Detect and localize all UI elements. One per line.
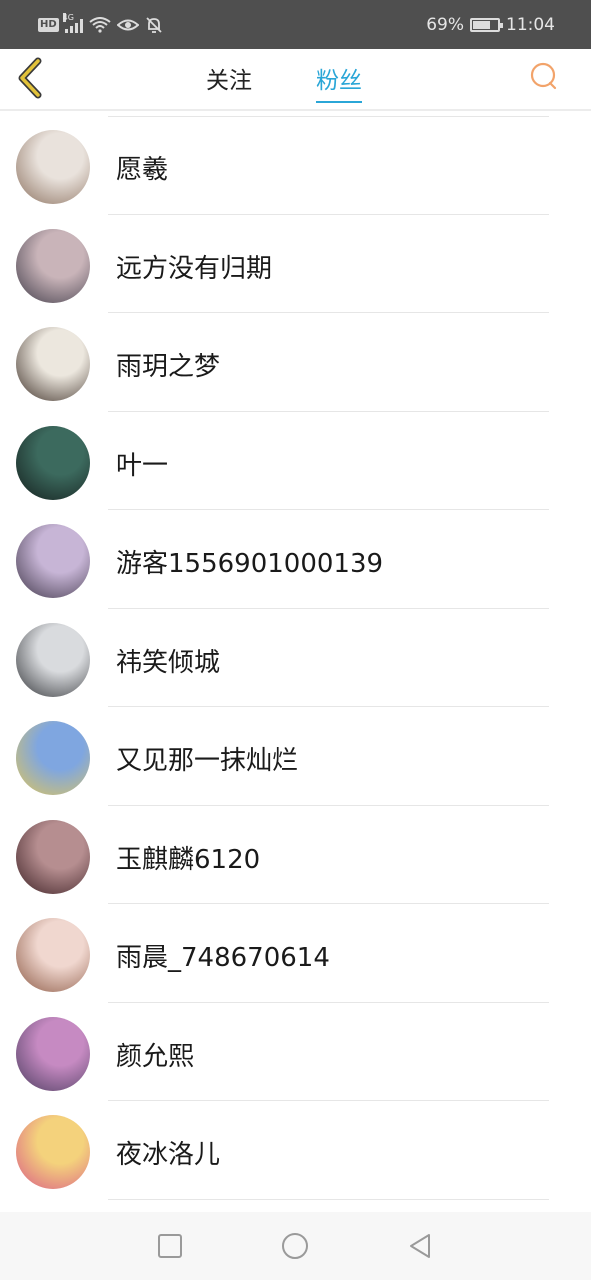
- search-button[interactable]: [528, 61, 560, 93]
- fans-list: 愿羲远方没有归期 雨玥之梦叶一游客1556901000139 祎笑倾城又见那一抹灿烂…: [0, 116, 591, 1200]
- fan-name: 又见那一抹灿烂: [116, 746, 299, 776]
- status-bar: HD 4G 69% 11:04: [0, 0, 591, 49]
- fan-name: 夜冰洛儿: [116, 1140, 221, 1170]
- system-back-button[interactable]: [406, 1232, 434, 1260]
- list-item[interactable]: 玉麒麟6120: [0, 806, 591, 904]
- status-icons-right: 69% 11:04: [426, 15, 555, 35]
- fan-name: 愿羲: [116, 155, 169, 185]
- cell-signal-icon: 4G: [62, 12, 83, 33]
- back-button[interactable]: [14, 55, 50, 101]
- list-item[interactable]: 远方没有归期: [0, 215, 591, 313]
- fan-name: 祎笑倾城: [116, 647, 221, 678]
- list-item[interactable]: 颜允熙: [0, 1003, 591, 1101]
- recent-apps-button[interactable]: [156, 1232, 184, 1260]
- tab-fans[interactable]: 粉丝: [316, 61, 362, 103]
- list-item[interactable]: 叶一: [0, 412, 591, 510]
- list-item[interactable]: 游客1556901000139: [0, 510, 591, 609]
- active-tab-indicator: [316, 101, 362, 103]
- network-type: 4G: [62, 12, 74, 22]
- wifi-icon: [89, 16, 111, 33]
- fan-name: 雨玥之梦: [116, 352, 221, 382]
- list-item[interactable]: 夜冰洛儿: [0, 1101, 591, 1200]
- fan-name: 远方没有归期: [116, 253, 273, 284]
- eye-comfort-icon: [116, 19, 139, 30]
- square-icon: [158, 1234, 182, 1258]
- avatar[interactable]: [16, 130, 90, 204]
- list-item[interactable]: 雨晨_748670614: [0, 904, 591, 1003]
- avatar[interactable]: [16, 1016, 90, 1091]
- fan-name: 游客1556901000139: [116, 549, 384, 579]
- avatar[interactable]: [16, 622, 90, 697]
- avatar[interactable]: [16, 228, 90, 303]
- list-item[interactable]: 又见那一抹灿烂: [0, 707, 591, 806]
- hd-badge: HD: [38, 17, 59, 32]
- battery-percent: 69%: [426, 14, 464, 35]
- fan-name: 雨晨_748670614: [116, 943, 330, 973]
- row-divider: [108, 1198, 549, 1200]
- tab-fans-label: 粉丝: [316, 68, 362, 94]
- tab-follow[interactable]: 关注: [206, 61, 252, 97]
- avatar[interactable]: [16, 918, 90, 992]
- status-icons-left: HD 4G: [38, 12, 163, 34]
- list-item[interactable]: 愿羲: [0, 116, 591, 215]
- fan-name: 玉麒麟6120: [116, 844, 261, 875]
- avatar[interactable]: [16, 327, 90, 401]
- circle-icon: [282, 1233, 308, 1259]
- fan-name: 颜允熙: [116, 1041, 195, 1072]
- fan-name: 叶一: [116, 450, 169, 481]
- clock: 11:04: [506, 14, 555, 35]
- avatar[interactable]: [16, 721, 90, 795]
- avatar[interactable]: [16, 524, 90, 598]
- list-item[interactable]: 雨玥之梦: [0, 313, 591, 412]
- avatar[interactable]: [16, 425, 90, 500]
- chevron-left-icon: [18, 57, 42, 99]
- battery-icon: [470, 17, 503, 32]
- triangle-back-icon: [410, 1234, 430, 1258]
- search-icon: [530, 62, 557, 90]
- top-nav-bar: 关注 粉丝: [0, 49, 591, 111]
- mute-bell-icon: [146, 16, 162, 33]
- avatar[interactable]: [16, 1115, 90, 1189]
- avatar[interactable]: [16, 819, 90, 894]
- home-button[interactable]: [281, 1232, 309, 1260]
- system-nav-bar: [0, 1212, 591, 1280]
- list-item[interactable]: 祎笑倾城: [0, 609, 591, 707]
